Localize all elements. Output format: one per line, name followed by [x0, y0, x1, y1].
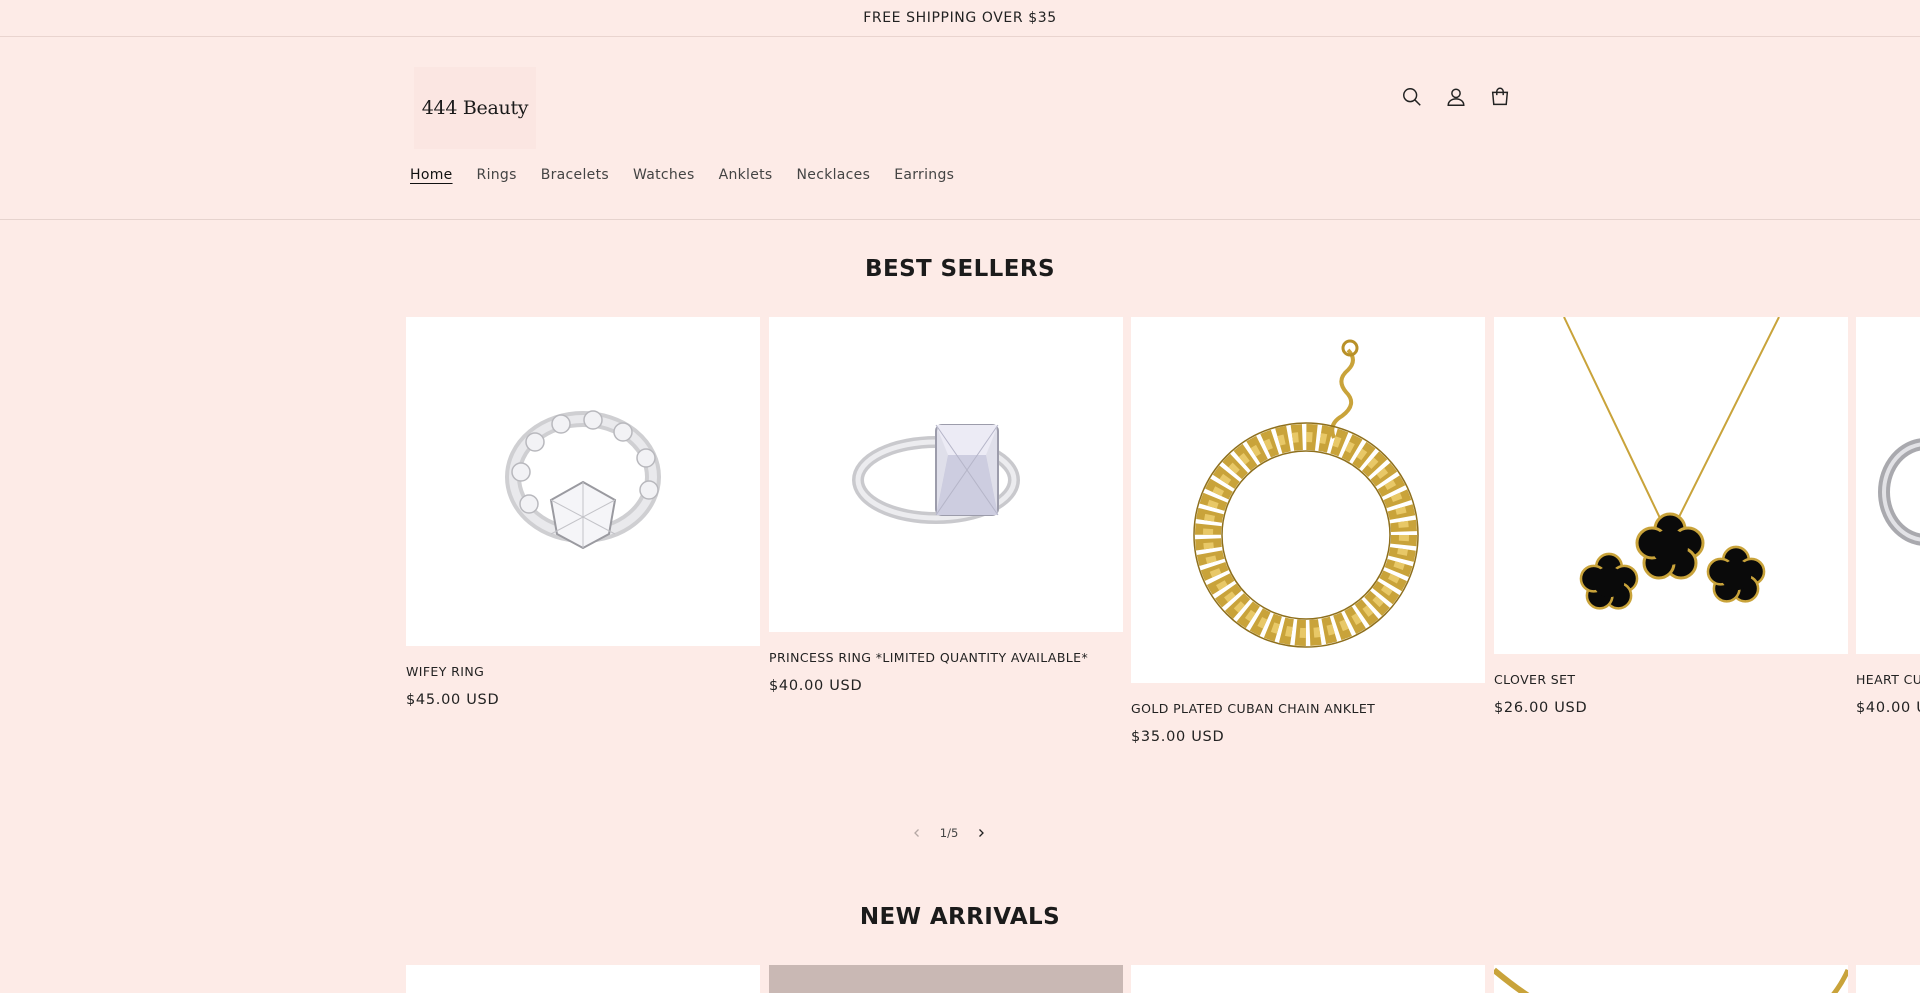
- product-card[interactable]: WIFEY RING $45.00 USD: [406, 317, 760, 708]
- nav-item-home[interactable]: Home: [410, 167, 465, 183]
- product-price: $40.00 U: [1856, 700, 1920, 716]
- slider-current: 1: [939, 826, 948, 840]
- product-title[interactable]: PRINCESS RING *LIMITED QUANTITY AVAILABL…: [769, 650, 1123, 665]
- nav-item-necklaces[interactable]: Necklaces: [785, 167, 883, 183]
- nav-item-earrings[interactable]: Earrings: [882, 167, 966, 183]
- product-card[interactable]: GOLD PLATED CUBAN CHAIN ANKLET $35.00 US…: [1131, 317, 1485, 745]
- new-arrivals-title: NEW ARRIVALS: [859, 904, 1061, 930]
- product-title[interactable]: CLOVER SET: [1494, 672, 1848, 687]
- slider-prev-button[interactable]: [905, 823, 929, 843]
- product-title[interactable]: HEART CU: [1856, 672, 1920, 687]
- product-card[interactable]: PRINCESS RING *LIMITED QUANTITY AVAILABL…: [769, 317, 1123, 694]
- product-card[interactable]: HEART CU $40.00 U: [1856, 317, 1920, 716]
- product-price: $26.00 USD: [1494, 700, 1588, 716]
- product-image[interactable]: [1856, 317, 1920, 654]
- slider-next-button[interactable]: [969, 823, 993, 843]
- header-icons: [1398, 83, 1514, 111]
- product-price: $45.00 USD: [406, 692, 500, 708]
- search-icon[interactable]: [1398, 83, 1426, 111]
- nav-item-anklets[interactable]: Anklets: [707, 167, 785, 183]
- nav-item-bracelets[interactable]: Bracelets: [529, 167, 621, 183]
- store-logo[interactable]: 444 Beauty: [414, 67, 536, 149]
- product-card[interactable]: [1131, 965, 1485, 993]
- product-card[interactable]: [1492, 965, 1851, 993]
- product-title[interactable]: WIFEY RING: [406, 664, 760, 679]
- slider-total: 5: [950, 826, 959, 840]
- product-image[interactable]: [1494, 317, 1848, 654]
- nav-item-rings[interactable]: Rings: [465, 167, 529, 183]
- product-price: $40.00 USD: [769, 678, 863, 694]
- announcement-bar: FREE SHIPPING OVER $35: [0, 0, 1920, 37]
- product-title[interactable]: GOLD PLATED CUBAN CHAIN ANKLET: [1131, 701, 1485, 716]
- nav-item-watches[interactable]: Watches: [621, 167, 707, 183]
- best-sellers-title: BEST SELLERS: [865, 256, 1055, 282]
- main-nav: Home Rings Bracelets Watches Anklets Nec…: [410, 167, 966, 183]
- product-card[interactable]: [769, 965, 1123, 993]
- product-price: $35.00 USD: [1131, 729, 1225, 745]
- announcement-text: FREE SHIPPING OVER $35: [863, 10, 1057, 26]
- product-card[interactable]: [1856, 965, 1920, 993]
- slider-controls: 1/5: [905, 823, 993, 843]
- product-image[interactable]: [406, 317, 760, 646]
- cart-icon[interactable]: [1486, 83, 1514, 111]
- site-header: 444 Beauty Home Rings Bracelets Watches …: [0, 37, 1920, 220]
- logo-text: 444 Beauty: [421, 97, 529, 119]
- account-icon[interactable]: [1442, 83, 1470, 111]
- product-card[interactable]: CLOVER SET $26.00 USD: [1494, 317, 1848, 716]
- slider-counter: 1/5: [929, 826, 969, 840]
- product-image[interactable]: [769, 317, 1123, 632]
- product-card[interactable]: [406, 965, 760, 993]
- product-image[interactable]: [1131, 317, 1485, 683]
